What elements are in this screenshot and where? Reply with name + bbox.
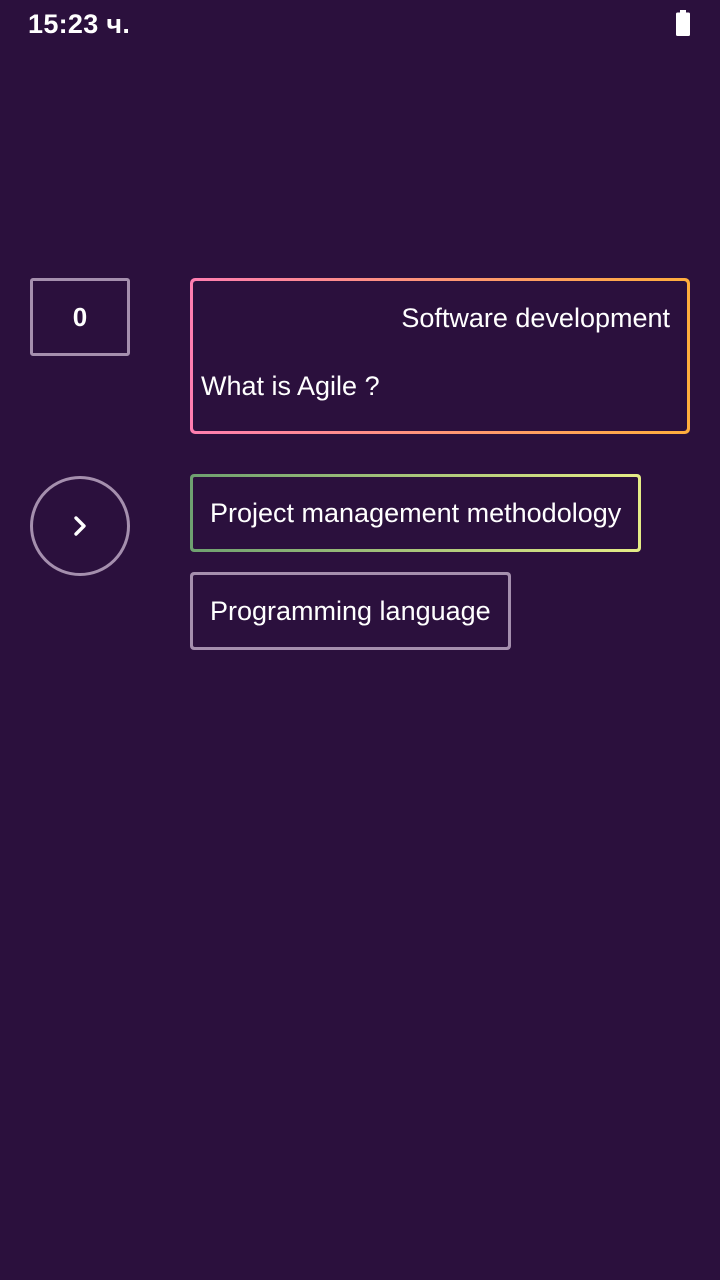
chevron-right-icon (74, 516, 86, 536)
score-counter: 0 (30, 278, 130, 356)
answer-option-project-management[interactable]: Project management methodology (190, 474, 642, 552)
question-text: What is Agile ? (201, 371, 380, 401)
score-value: 0 (72, 301, 88, 332)
answer-option-inner: Programming language (193, 575, 508, 647)
answer-option-programming-language[interactable]: Programming language (190, 572, 511, 650)
question-card: Software development What is Agile ? (190, 278, 690, 434)
next-button[interactable] (30, 476, 130, 576)
answer-label: Project management methodology (210, 497, 622, 528)
battery-full-icon (676, 10, 690, 36)
question-card-inner: Software development What is Agile ? (193, 281, 687, 431)
status-bar: 15:23 ч. (0, 0, 720, 52)
question-category: Software development (401, 303, 670, 333)
answer-label: Programming language (210, 595, 491, 626)
status-time: 15:23 ч. (28, 9, 131, 39)
answer-option-inner: Project management methodology (193, 477, 639, 549)
